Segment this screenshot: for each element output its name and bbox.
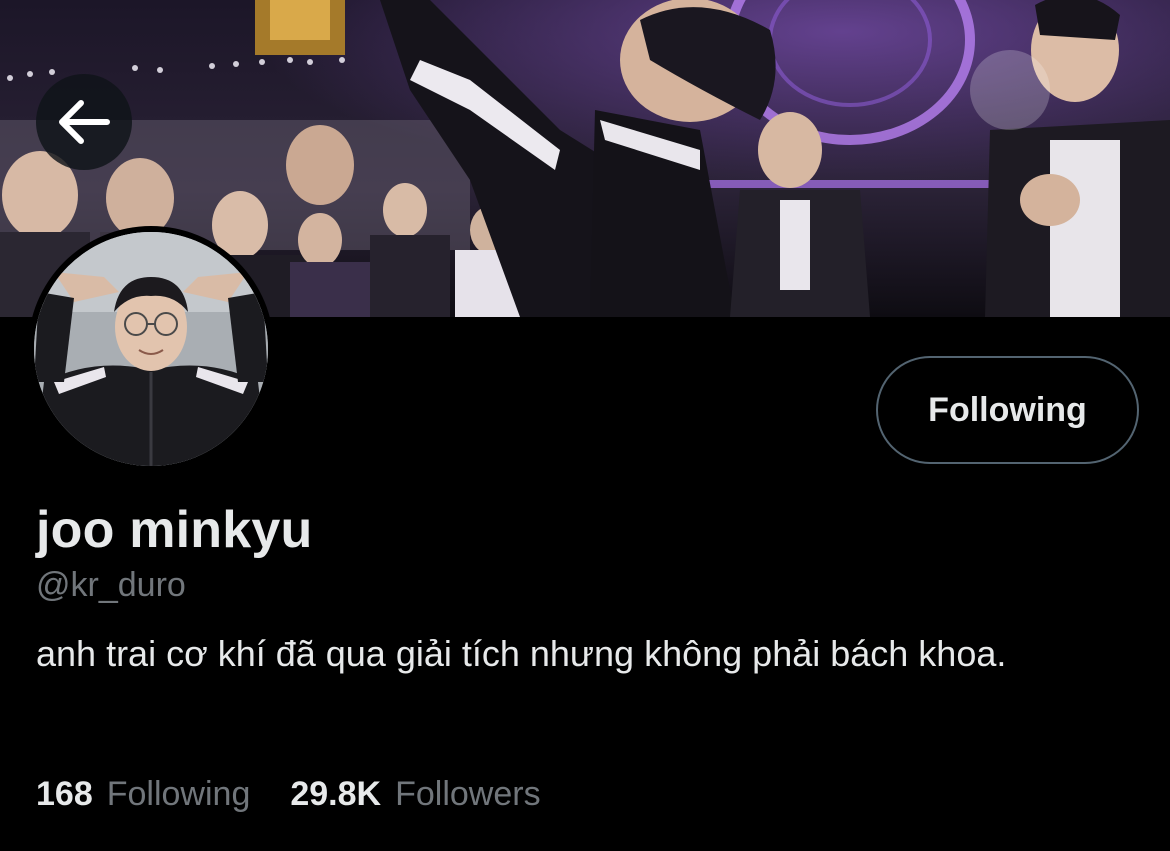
display-name: joo minkyu bbox=[36, 501, 313, 559]
profile-avatar[interactable] bbox=[28, 226, 274, 472]
following-button[interactable]: Following bbox=[876, 356, 1139, 464]
user-handle: @kr_duro bbox=[36, 566, 186, 604]
back-button[interactable] bbox=[36, 74, 132, 170]
avatar-photo bbox=[34, 232, 268, 466]
followers-label: Followers bbox=[395, 775, 541, 813]
followers-count: 29.8K bbox=[290, 775, 382, 813]
following-label: Following bbox=[106, 775, 251, 813]
following-stat-link[interactable]: 168 Following bbox=[36, 774, 250, 814]
profile-bio: anh trai cơ khí đã qua giải tích nhưng k… bbox=[36, 633, 1007, 674]
following-count: 168 bbox=[36, 775, 93, 813]
followers-stat-link[interactable]: 29.8K Followers bbox=[290, 774, 540, 814]
arrow-left-icon bbox=[59, 100, 110, 144]
following-button-label: Following bbox=[928, 390, 1087, 429]
profile-stats: 168 Following 29.8K Followers bbox=[36, 774, 581, 814]
